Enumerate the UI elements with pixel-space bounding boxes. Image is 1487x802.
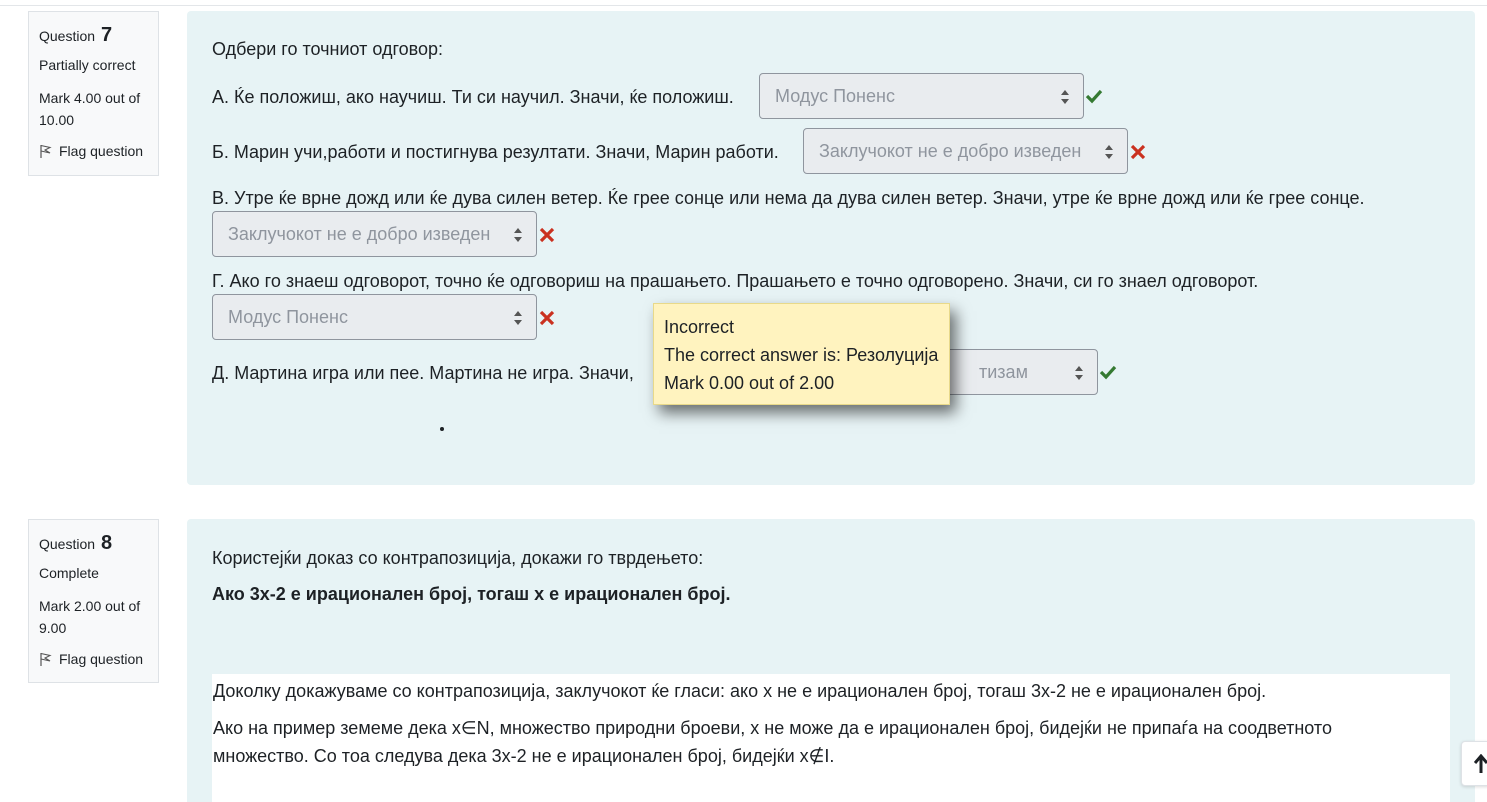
answer-select-g-value: Модус Поненс [228, 307, 348, 327]
answer-select-a-value: Модус Поненс [775, 86, 895, 106]
question-7-info: Question 7 Partially correct Mark 4.00 o… [28, 11, 159, 176]
question-number-value: 8 [100, 532, 113, 554]
cross-icon [539, 227, 555, 243]
feedback-tooltip: Incorrect The correct answer is: Резолуц… [653, 303, 950, 405]
answer-text-area[interactable]: Доколку докажуваме со контрапозиција, за… [212, 674, 1450, 802]
select-arrows-icon [514, 228, 522, 242]
question-number: Question 7 [39, 22, 148, 49]
answer-line-1: Доколку докажуваме со контрапозиција, за… [213, 681, 1267, 701]
question-grade: Mark 4.00 out of 10.00 [39, 90, 141, 128]
page-top-border [0, 0, 1487, 6]
question-grade: Mark 2.00 out of 9.00 [39, 598, 141, 636]
select-arrows-icon [1105, 145, 1113, 159]
cross-icon [1130, 144, 1146, 160]
select-arrows-icon [514, 311, 522, 325]
question-7-prompt: Одбери го точниот одговор: [212, 39, 444, 59]
arrow-up-icon [1474, 754, 1487, 773]
question-8-prompt: Користејќи доказ со контрапозиција, дока… [212, 548, 704, 568]
answer-select-d-value: тизам [979, 362, 1028, 382]
answer-select-b[interactable]: Заклучокот не е добро изведен [803, 128, 1128, 174]
answer-line-2: Ако на пример земеме дека x∈N, множество… [213, 718, 1332, 738]
question-7-item-a-text: А. Ќе положиш, ако научиш. Ти си научил.… [212, 87, 734, 107]
tooltip-correct-answer: The correct answer is: Резолуција [664, 345, 939, 365]
question-7-item-d-text: Д. Мартина игра или пее. Мартина не игра… [212, 363, 634, 383]
question-7-item-g-text: Г. Ако го знаеш одговорот, точно ќе одго… [212, 271, 1259, 291]
question-number: Question 8 [39, 530, 148, 557]
flag-question-label: Flag question [59, 651, 144, 667]
check-icon [1099, 365, 1117, 380]
answer-select-v-value: Заклучокот не е добро изведен [228, 224, 491, 244]
check-icon [1085, 89, 1103, 104]
question-8-info: Question 8 Complete Mark 2.00 out of 9.0… [28, 519, 159, 683]
select-arrows-icon [1061, 90, 1069, 104]
flag-icon [40, 652, 52, 666]
question-state: Partially correct [39, 57, 136, 73]
tooltip-status: Incorrect [664, 317, 735, 337]
question-8-statement: Ако 3x-2 е ирационален број, тогаш x е и… [212, 584, 731, 604]
tooltip-mark: Mark 0.00 out of 2.00 [664, 373, 835, 393]
mouse-cursor-dot [440, 427, 444, 431]
flag-question-link[interactable]: Flag question [39, 141, 148, 161]
flag-question-label: Flag question [59, 143, 144, 159]
question-label: Question [39, 536, 96, 552]
answer-select-v[interactable]: Заклучокот не е добро изведен [212, 211, 537, 257]
question-7-item-v-text: В. Утре ќе врне дожд или ќе дува силен в… [212, 188, 1365, 208]
select-arrows-icon [1075, 366, 1083, 380]
question-label: Question [39, 28, 96, 44]
answer-line-3: множество. Со тоа следува дека 3x-2 не е… [213, 746, 835, 766]
answer-select-g[interactable]: Модус Поненс [212, 294, 537, 340]
question-state: Complete [39, 565, 99, 581]
flag-question-link[interactable]: Flag question [39, 649, 148, 669]
flag-icon [40, 144, 52, 158]
cross-icon [539, 310, 555, 326]
back-to-top-button[interactable] [1461, 741, 1487, 786]
answer-select-a[interactable]: Модус Поненс [759, 73, 1084, 119]
answer-select-b-value: Заклучокот не е добро изведен [819, 141, 1082, 161]
question-7-item-b-text: Б. Марин учи,работи и постигнува резулта… [212, 142, 779, 162]
question-number-value: 7 [100, 24, 113, 46]
